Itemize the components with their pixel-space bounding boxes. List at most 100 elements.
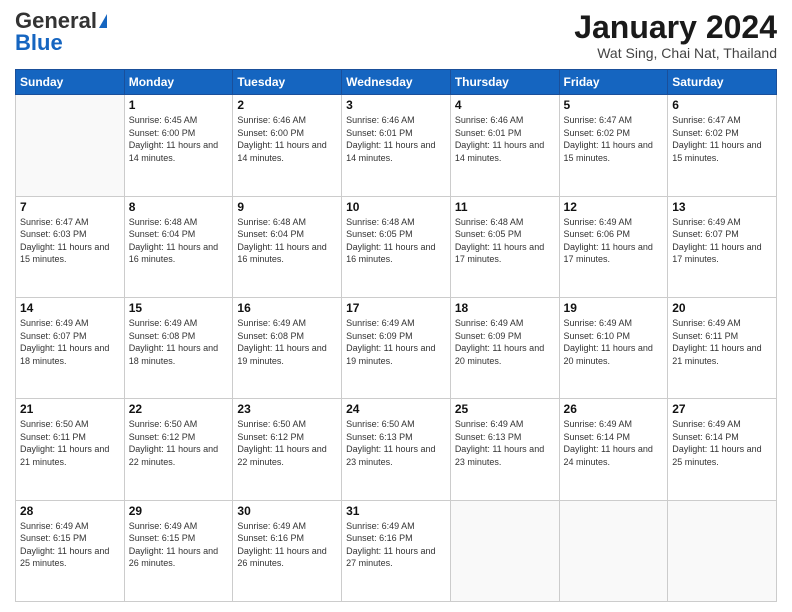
day-number: 31: [346, 504, 446, 518]
calendar-week-1: 1 Sunrise: 6:45 AM Sunset: 6:00 PM Dayli…: [16, 95, 777, 196]
calendar-cell: 2 Sunrise: 6:46 AM Sunset: 6:00 PM Dayli…: [233, 95, 342, 196]
calendar-cell: 30 Sunrise: 6:49 AM Sunset: 6:16 PM Dayl…: [233, 500, 342, 601]
cell-info: Sunrise: 6:47 AM Sunset: 6:02 PM Dayligh…: [672, 114, 772, 164]
cell-info: Sunrise: 6:48 AM Sunset: 6:04 PM Dayligh…: [129, 216, 229, 266]
calendar-cell: 28 Sunrise: 6:49 AM Sunset: 6:15 PM Dayl…: [16, 500, 125, 601]
calendar-week-3: 14 Sunrise: 6:49 AM Sunset: 6:07 PM Dayl…: [16, 297, 777, 398]
day-number: 27: [672, 402, 772, 416]
day-number: 12: [564, 200, 664, 214]
col-tuesday: Tuesday: [233, 70, 342, 95]
cell-info: Sunrise: 6:46 AM Sunset: 6:01 PM Dayligh…: [346, 114, 446, 164]
day-number: 4: [455, 98, 555, 112]
cell-info: Sunrise: 6:49 AM Sunset: 6:08 PM Dayligh…: [129, 317, 229, 367]
month-title: January 2024: [574, 10, 777, 45]
calendar-cell: 23 Sunrise: 6:50 AM Sunset: 6:12 PM Dayl…: [233, 399, 342, 500]
calendar-cell: 8 Sunrise: 6:48 AM Sunset: 6:04 PM Dayli…: [124, 196, 233, 297]
cell-info: Sunrise: 6:49 AM Sunset: 6:16 PM Dayligh…: [237, 520, 337, 570]
cell-info: Sunrise: 6:49 AM Sunset: 6:14 PM Dayligh…: [564, 418, 664, 468]
day-number: 16: [237, 301, 337, 315]
cell-info: Sunrise: 6:49 AM Sunset: 6:13 PM Dayligh…: [455, 418, 555, 468]
day-number: 11: [455, 200, 555, 214]
day-number: 9: [237, 200, 337, 214]
day-number: 2: [237, 98, 337, 112]
day-number: 13: [672, 200, 772, 214]
calendar-week-2: 7 Sunrise: 6:47 AM Sunset: 6:03 PM Dayli…: [16, 196, 777, 297]
day-number: 6: [672, 98, 772, 112]
calendar-cell: 1 Sunrise: 6:45 AM Sunset: 6:00 PM Dayli…: [124, 95, 233, 196]
cell-info: Sunrise: 6:49 AM Sunset: 6:15 PM Dayligh…: [129, 520, 229, 570]
cell-info: Sunrise: 6:50 AM Sunset: 6:13 PM Dayligh…: [346, 418, 446, 468]
cell-info: Sunrise: 6:49 AM Sunset: 6:16 PM Dayligh…: [346, 520, 446, 570]
calendar-cell: 14 Sunrise: 6:49 AM Sunset: 6:07 PM Dayl…: [16, 297, 125, 398]
logo-text: General: [15, 10, 97, 32]
cell-info: Sunrise: 6:47 AM Sunset: 6:02 PM Dayligh…: [564, 114, 664, 164]
calendar-cell: 20 Sunrise: 6:49 AM Sunset: 6:11 PM Dayl…: [668, 297, 777, 398]
day-number: 28: [20, 504, 120, 518]
cell-info: Sunrise: 6:49 AM Sunset: 6:09 PM Dayligh…: [455, 317, 555, 367]
day-number: 23: [237, 402, 337, 416]
day-number: 26: [564, 402, 664, 416]
calendar-cell: [668, 500, 777, 601]
calendar-cell: 24 Sunrise: 6:50 AM Sunset: 6:13 PM Dayl…: [342, 399, 451, 500]
calendar-cell: 26 Sunrise: 6:49 AM Sunset: 6:14 PM Dayl…: [559, 399, 668, 500]
col-monday: Monday: [124, 70, 233, 95]
cell-info: Sunrise: 6:49 AM Sunset: 6:15 PM Dayligh…: [20, 520, 120, 570]
calendar-cell: 5 Sunrise: 6:47 AM Sunset: 6:02 PM Dayli…: [559, 95, 668, 196]
calendar-cell: 15 Sunrise: 6:49 AM Sunset: 6:08 PM Dayl…: [124, 297, 233, 398]
cell-info: Sunrise: 6:46 AM Sunset: 6:01 PM Dayligh…: [455, 114, 555, 164]
header: General Blue January 2024 Wat Sing, Chai…: [15, 10, 777, 61]
calendar: Sunday Monday Tuesday Wednesday Thursday…: [15, 69, 777, 602]
calendar-cell: 27 Sunrise: 6:49 AM Sunset: 6:14 PM Dayl…: [668, 399, 777, 500]
calendar-cell: 21 Sunrise: 6:50 AM Sunset: 6:11 PM Dayl…: [16, 399, 125, 500]
cell-info: Sunrise: 6:45 AM Sunset: 6:00 PM Dayligh…: [129, 114, 229, 164]
calendar-cell: 11 Sunrise: 6:48 AM Sunset: 6:05 PM Dayl…: [450, 196, 559, 297]
day-number: 7: [20, 200, 120, 214]
cell-info: Sunrise: 6:46 AM Sunset: 6:00 PM Dayligh…: [237, 114, 337, 164]
cell-info: Sunrise: 6:50 AM Sunset: 6:12 PM Dayligh…: [237, 418, 337, 468]
calendar-cell: [450, 500, 559, 601]
logo-blue: Blue: [15, 32, 63, 54]
col-friday: Friday: [559, 70, 668, 95]
cell-info: Sunrise: 6:47 AM Sunset: 6:03 PM Dayligh…: [20, 216, 120, 266]
cell-info: Sunrise: 6:49 AM Sunset: 6:09 PM Dayligh…: [346, 317, 446, 367]
day-number: 10: [346, 200, 446, 214]
calendar-cell: 7 Sunrise: 6:47 AM Sunset: 6:03 PM Dayli…: [16, 196, 125, 297]
day-number: 29: [129, 504, 229, 518]
logo-triangle-icon: [99, 14, 107, 28]
day-number: 25: [455, 402, 555, 416]
day-number: 17: [346, 301, 446, 315]
calendar-cell: 16 Sunrise: 6:49 AM Sunset: 6:08 PM Dayl…: [233, 297, 342, 398]
calendar-cell: 31 Sunrise: 6:49 AM Sunset: 6:16 PM Dayl…: [342, 500, 451, 601]
calendar-cell: 13 Sunrise: 6:49 AM Sunset: 6:07 PM Dayl…: [668, 196, 777, 297]
day-number: 20: [672, 301, 772, 315]
cell-info: Sunrise: 6:48 AM Sunset: 6:04 PM Dayligh…: [237, 216, 337, 266]
calendar-cell: 9 Sunrise: 6:48 AM Sunset: 6:04 PM Dayli…: [233, 196, 342, 297]
calendar-week-5: 28 Sunrise: 6:49 AM Sunset: 6:15 PM Dayl…: [16, 500, 777, 601]
calendar-cell: [16, 95, 125, 196]
cell-info: Sunrise: 6:48 AM Sunset: 6:05 PM Dayligh…: [455, 216, 555, 266]
day-number: 1: [129, 98, 229, 112]
calendar-header-row: Sunday Monday Tuesday Wednesday Thursday…: [16, 70, 777, 95]
day-number: 24: [346, 402, 446, 416]
calendar-cell: 3 Sunrise: 6:46 AM Sunset: 6:01 PM Dayli…: [342, 95, 451, 196]
cell-info: Sunrise: 6:48 AM Sunset: 6:05 PM Dayligh…: [346, 216, 446, 266]
calendar-cell: 17 Sunrise: 6:49 AM Sunset: 6:09 PM Dayl…: [342, 297, 451, 398]
calendar-week-4: 21 Sunrise: 6:50 AM Sunset: 6:11 PM Dayl…: [16, 399, 777, 500]
cell-info: Sunrise: 6:50 AM Sunset: 6:12 PM Dayligh…: [129, 418, 229, 468]
day-number: 3: [346, 98, 446, 112]
title-block: January 2024 Wat Sing, Chai Nat, Thailan…: [574, 10, 777, 61]
calendar-cell: 4 Sunrise: 6:46 AM Sunset: 6:01 PM Dayli…: [450, 95, 559, 196]
calendar-cell: 6 Sunrise: 6:47 AM Sunset: 6:02 PM Dayli…: [668, 95, 777, 196]
calendar-cell: 19 Sunrise: 6:49 AM Sunset: 6:10 PM Dayl…: [559, 297, 668, 398]
page: General Blue January 2024 Wat Sing, Chai…: [0, 0, 792, 612]
cell-info: Sunrise: 6:50 AM Sunset: 6:11 PM Dayligh…: [20, 418, 120, 468]
cell-info: Sunrise: 6:49 AM Sunset: 6:08 PM Dayligh…: [237, 317, 337, 367]
calendar-cell: 12 Sunrise: 6:49 AM Sunset: 6:06 PM Dayl…: [559, 196, 668, 297]
day-number: 5: [564, 98, 664, 112]
col-thursday: Thursday: [450, 70, 559, 95]
cell-info: Sunrise: 6:49 AM Sunset: 6:07 PM Dayligh…: [672, 216, 772, 266]
calendar-cell: 22 Sunrise: 6:50 AM Sunset: 6:12 PM Dayl…: [124, 399, 233, 500]
cell-info: Sunrise: 6:49 AM Sunset: 6:10 PM Dayligh…: [564, 317, 664, 367]
col-sunday: Sunday: [16, 70, 125, 95]
calendar-cell: 29 Sunrise: 6:49 AM Sunset: 6:15 PM Dayl…: [124, 500, 233, 601]
